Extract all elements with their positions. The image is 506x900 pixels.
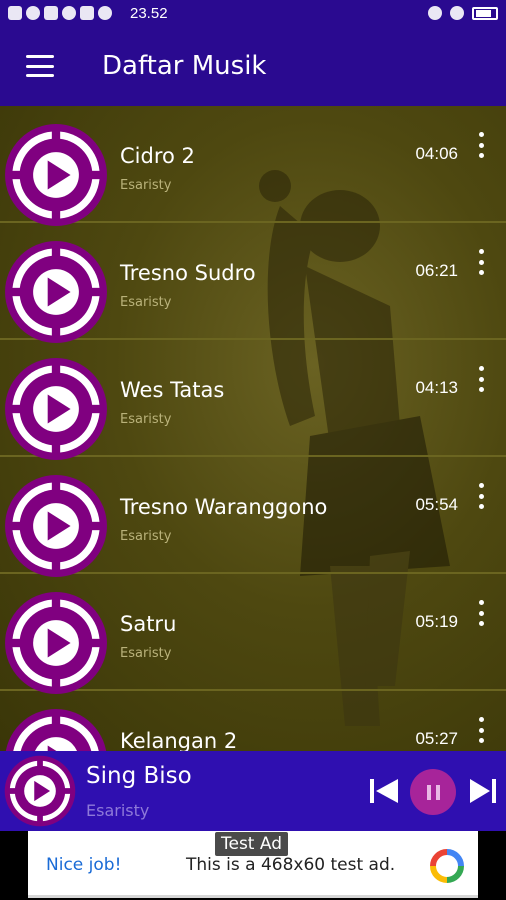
hamburger-menu-icon[interactable] xyxy=(26,55,54,77)
song-list: Cidro 2 Esaristy 04:06 Tresno Sudro Esar… xyxy=(0,106,506,751)
play-song-icon[interactable] xyxy=(4,591,108,695)
play-song-icon[interactable] xyxy=(4,123,108,227)
test-ad-label: Test Ad xyxy=(215,832,289,856)
status-bar: 23.52 xyxy=(0,0,506,26)
song-artist: Esaristy xyxy=(120,295,172,310)
page-title: Daftar Musik xyxy=(102,51,267,81)
song-title: Kelangan 2 xyxy=(120,729,238,751)
play-song-icon[interactable] xyxy=(4,474,108,578)
now-playing-artist: Esaristy xyxy=(86,801,150,820)
notification-icon xyxy=(44,6,58,20)
ad-nice-text: Nice job! xyxy=(46,855,122,875)
more-options-icon[interactable] xyxy=(476,249,486,275)
song-title: Wes Tatas xyxy=(120,378,225,402)
notification-icon xyxy=(26,6,40,20)
song-duration: 04:13 xyxy=(415,378,458,397)
song-title: Tresno Sudro xyxy=(120,261,256,285)
status-icons-right xyxy=(428,6,498,20)
notification-icon xyxy=(98,6,112,20)
song-title: Cidro 2 xyxy=(120,144,195,168)
app-bar: Daftar Musik xyxy=(0,26,506,106)
more-options-icon[interactable] xyxy=(476,600,486,626)
battery-icon xyxy=(472,6,498,20)
song-row[interactable]: Kelangan 2 Esaristy 05:27 xyxy=(0,691,506,751)
song-artist: Esaristy xyxy=(120,646,172,661)
notification-icon xyxy=(80,6,94,20)
song-duration: 04:06 xyxy=(415,144,458,163)
now-playing-bar[interactable]: Sing Biso Esaristy xyxy=(0,751,506,831)
song-row[interactable]: Satru Esaristy 05:19 xyxy=(0,574,506,694)
song-row[interactable]: Wes Tatas Esaristy 04:13 xyxy=(0,340,506,460)
song-row[interactable]: Tresno Waranggono Esaristy 05:54 xyxy=(0,457,506,577)
previous-track-icon[interactable] xyxy=(368,777,400,805)
play-song-icon[interactable] xyxy=(4,357,108,461)
song-row[interactable]: Tresno Sudro Esaristy 06:21 xyxy=(0,223,506,343)
song-artist: Esaristy xyxy=(120,412,172,427)
app-screen: 23.52 Daftar Musik Cidro 2 Esaristy 04:0… xyxy=(0,0,506,900)
song-list-area[interactable]: Cidro 2 Esaristy 04:06 Tresno Sudro Esar… xyxy=(0,106,506,751)
song-duration: 05:27 xyxy=(415,729,458,748)
song-artist: Esaristy xyxy=(120,178,172,193)
notification-icon xyxy=(62,6,76,20)
play-song-icon[interactable] xyxy=(4,240,108,344)
song-duration: 05:19 xyxy=(415,612,458,631)
now-playing-title: Sing Biso xyxy=(86,763,192,789)
ad-logo-icon[interactable] xyxy=(430,849,464,883)
status-time: 23.52 xyxy=(130,4,168,22)
more-options-icon[interactable] xyxy=(476,717,486,743)
song-duration: 06:21 xyxy=(415,261,458,280)
ad-text: This is a 468x60 test ad. xyxy=(186,855,396,875)
more-options-icon[interactable] xyxy=(476,132,486,158)
song-title: Tresno Waranggono xyxy=(120,495,328,519)
now-playing-disc-icon xyxy=(4,755,76,827)
status-icons-left xyxy=(8,6,112,20)
pause-button[interactable] xyxy=(410,769,456,815)
alarm-icon xyxy=(428,6,442,20)
more-options-icon[interactable] xyxy=(476,366,486,392)
song-title: Satru xyxy=(120,612,177,636)
song-duration: 05:54 xyxy=(415,495,458,514)
play-song-icon[interactable] xyxy=(4,708,108,751)
song-row[interactable]: Cidro 2 Esaristy 04:06 xyxy=(0,106,506,226)
eye-icon xyxy=(450,6,464,20)
next-track-icon[interactable] xyxy=(468,777,498,805)
pause-icon xyxy=(426,784,431,800)
song-artist: Esaristy xyxy=(120,529,172,544)
signal-icon xyxy=(8,6,22,20)
more-options-icon[interactable] xyxy=(476,483,486,509)
